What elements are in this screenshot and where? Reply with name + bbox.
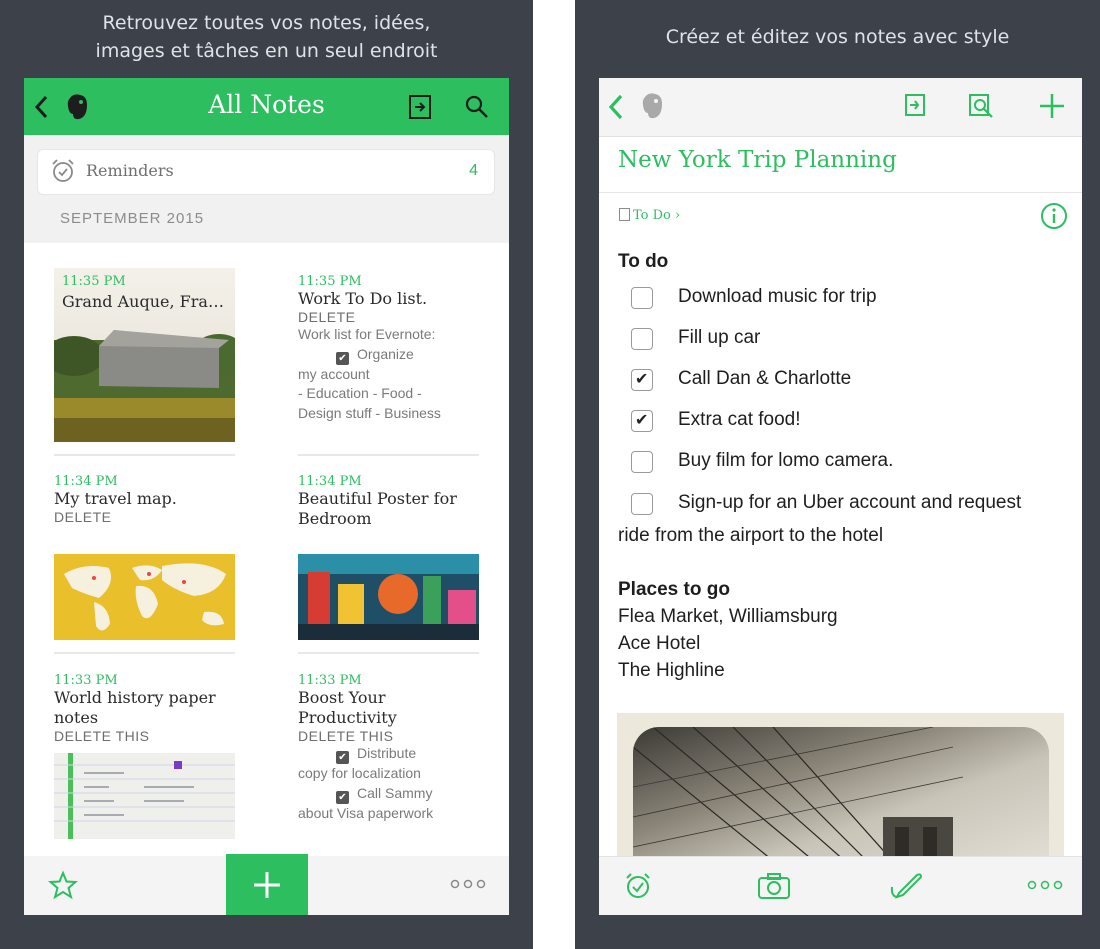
bridge-photo: [617, 713, 1064, 877]
note-snippet-check: ✔ Organize: [298, 345, 483, 365]
plus-icon: [254, 872, 280, 898]
note-snippet: my account: [298, 365, 370, 382]
left-screenshot-panel: Retrouvez toutes vos notes, idées, image…: [0, 0, 533, 949]
share-icon[interactable]: [903, 92, 929, 120]
note-time: 11:33 PM: [54, 673, 118, 688]
note-time: 11:34 PM: [54, 474, 118, 489]
all-notes-screen: All Notes Reminders 4 SEPTEMBER 2015 11:…: [24, 78, 509, 915]
presentation-icon[interactable]: [967, 92, 995, 120]
caption-line-2: images et tâches en un seul endroit: [95, 40, 438, 62]
place-item: Flea Market, Williamsburg: [618, 606, 838, 627]
checkbox-unchecked[interactable]: [631, 451, 653, 473]
note-time: 11:35 PM: [62, 274, 126, 289]
note-card-grand-auque[interactable]: 11:35 PM Grand Auque, Fra…: [54, 268, 235, 442]
place-item: The Highline: [618, 660, 725, 681]
place-item: Ace Hotel: [618, 633, 701, 654]
note-title: My travel map.: [54, 489, 177, 508]
checkbox-checked-icon: ✔: [336, 351, 349, 365]
checkbox-checked[interactable]: [631, 410, 653, 432]
editor-header: [599, 78, 1082, 137]
app-header: All Notes: [24, 78, 509, 135]
month-heading: SEPTEMBER 2015: [60, 210, 205, 227]
right-screenshot-panel: Créez et éditez vos notes avec style New…: [575, 0, 1100, 949]
note-card-boost-productivity[interactable]: 11:33 PM Boost Your Productivity DELETE …: [298, 673, 483, 823]
notebook-icon: [619, 208, 630, 221]
notebook-selector[interactable]: To Do ›: [619, 208, 680, 223]
reminders-bar[interactable]: Reminders 4: [37, 149, 495, 195]
note-time: 11:33 PM: [298, 673, 362, 688]
chevron-left-icon[interactable]: [608, 94, 624, 120]
note-delete-text: DELETE: [298, 309, 356, 325]
divider: [54, 454, 235, 456]
pen-icon[interactable]: [889, 869, 925, 901]
checkbox-checked-icon: ✔: [336, 751, 349, 764]
note-title: Grand Auque, Fra…: [62, 292, 224, 311]
note-title-continued: notes: [54, 708, 99, 727]
editor-toolbar: [599, 856, 1082, 915]
todo-heading: To do: [618, 251, 669, 272]
divider: [54, 652, 235, 654]
note-snippet-check: ✔ Call Sammy: [298, 784, 483, 804]
note-title: Boost Your: [298, 688, 386, 707]
reminders-label: Reminders: [86, 161, 174, 180]
caption: Créez et éditez vos notes avec style: [665, 26, 1010, 48]
note-card-travel-map[interactable]: 11:34 PM My travel map. DELETE: [54, 474, 239, 525]
add-note-button[interactable]: [226, 854, 308, 915]
todo-item-continued: ride from the airport to the hotel: [618, 525, 884, 546]
bridge-photo-image: [633, 727, 1049, 877]
note-title[interactable]: New York Trip Planning: [618, 147, 897, 173]
note-card-poster[interactable]: 11:34 PM Beautiful Poster for Bedroom: [298, 474, 483, 529]
more-icon[interactable]: [450, 878, 486, 890]
plus-icon[interactable]: [1039, 93, 1065, 119]
note-title: World history paper: [54, 688, 216, 707]
note-delete-text: DELETE: [54, 509, 112, 525]
note-editor-screen: New York Trip Planning To Do › To do Dow…: [599, 78, 1082, 915]
camera-icon[interactable]: [757, 871, 791, 901]
divider: [298, 454, 479, 456]
search-icon[interactable]: [464, 94, 490, 120]
note-snippet: copy for localization: [298, 765, 421, 781]
share-icon[interactable]: [407, 93, 435, 121]
reminders-count: 4: [469, 162, 478, 179]
note-snippet: Design stuff - Business: [298, 404, 441, 421]
world-map-image: [54, 554, 235, 640]
checkbox-unchecked[interactable]: [631, 328, 653, 350]
checkbox-checked[interactable]: [631, 369, 653, 391]
note-time: 11:34 PM: [298, 474, 362, 489]
checkbox-checked-icon: ✔: [336, 790, 349, 804]
alarm-clock-icon: [52, 159, 74, 182]
page-title: All Notes: [208, 90, 325, 119]
note-card-world-history[interactable]: 11:33 PM World history paper notes DELET…: [54, 673, 239, 744]
places-heading: Places to go: [618, 579, 730, 600]
divider: [599, 192, 1082, 193]
note-snippet-check: ✔ Distribute: [298, 744, 483, 764]
bridge-cables-image: [633, 727, 964, 877]
note-snippet: - Education - Food -: [298, 385, 422, 401]
note-card-work-todo[interactable]: 11:35 PM Work To Do list. DELETE Work li…: [298, 274, 483, 423]
alarm-clock-icon[interactable]: [623, 871, 653, 901]
evernote-elephant-icon: [642, 93, 662, 119]
note-title: Work To Do list.: [298, 289, 428, 308]
divider: [298, 652, 479, 654]
note-title: Beautiful Poster for: [298, 489, 457, 508]
note-time: 11:35 PM: [298, 274, 362, 289]
note-delete-text: DELETE THIS: [54, 728, 150, 744]
poster-image: [298, 554, 479, 640]
note-title-continued: Bedroom: [298, 509, 372, 528]
note-title-continued: Productivity: [298, 708, 397, 727]
info-icon[interactable]: [1040, 202, 1068, 230]
more-icon[interactable]: [1027, 879, 1063, 891]
note-snippet: Work list for Evernote:: [298, 326, 436, 342]
handwritten-notes-image: [54, 753, 235, 839]
checkbox-unchecked[interactable]: [631, 287, 653, 309]
note-snippet: about Visa paperwork: [298, 804, 434, 821]
checkbox-unchecked[interactable]: [631, 493, 653, 515]
caption-line-1: Retrouvez toutes vos notes, idées,: [102, 12, 431, 34]
star-icon[interactable]: [48, 870, 78, 900]
note-delete-text: DELETE THIS: [298, 728, 394, 744]
